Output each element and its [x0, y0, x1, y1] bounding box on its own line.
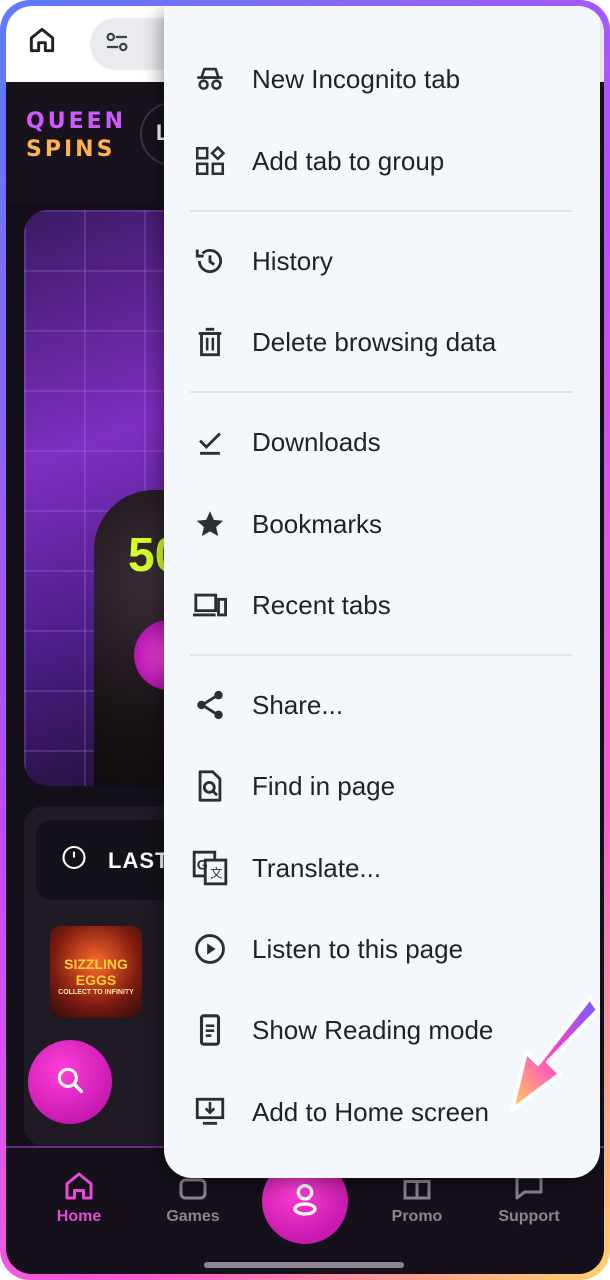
search-fab[interactable]: [28, 1040, 112, 1124]
menu-item-label: Recent tabs: [252, 589, 391, 620]
menu-item-label: Translate...: [252, 852, 382, 883]
menu-item-label: Show Reading mode: [252, 1014, 494, 1045]
menu-divider: [190, 210, 572, 212]
nav-home-label: Home: [56, 1208, 102, 1225]
play-circle-icon: [190, 929, 230, 969]
game-thumbnail-title: SIZZLING EGGS: [64, 956, 128, 988]
devices-icon: [190, 585, 230, 625]
search-icon: [53, 1063, 87, 1102]
game-thumbnail-subtitle: COLLECT TO INFINITY: [58, 989, 134, 996]
site-logo[interactable]: QUEEN SPINS: [26, 108, 126, 164]
clock-icon: [60, 844, 88, 877]
download-done-icon: [190, 422, 230, 462]
home-icon: [34, 1164, 124, 1208]
menu-divider: [190, 391, 572, 393]
menu-item-recent-tabs[interactable]: Recent tabs: [164, 565, 600, 645]
menu-item-label: History: [252, 245, 333, 276]
nav-promo-label: Promo: [391, 1208, 443, 1225]
nav-home[interactable]: Home: [34, 1164, 124, 1226]
history-icon: [190, 241, 230, 281]
menu-divider: [190, 654, 572, 656]
menu-item-new-incognito-tab[interactable]: New Incognito tab: [164, 39, 600, 119]
menu-item-add-tab-to-group[interactable]: Add tab to group: [164, 121, 600, 201]
incognito-icon: [190, 59, 230, 99]
user-icon: [285, 1179, 325, 1224]
game-thumbnail[interactable]: SIZZLING EGGS COLLECT TO INFINITY: [50, 926, 142, 1018]
menu-item-label: Listen to this page: [252, 933, 464, 964]
svg-text:G: G: [197, 858, 208, 874]
menu-item-label: Add tab to group: [252, 145, 445, 176]
menu-item-label: Share...: [252, 689, 344, 720]
svg-text:文: 文: [210, 867, 223, 881]
nav-support-label: Support: [498, 1208, 560, 1225]
menu-item-share[interactable]: Share...: [164, 665, 600, 745]
find-in-page-icon: [190, 766, 230, 806]
menu-item-label: New Incognito tab: [252, 63, 461, 94]
reading-mode-icon: [190, 1010, 230, 1050]
menu-item-label: Bookmarks: [252, 508, 383, 539]
device-frame: QUEEN SPINS L 50 LAST SIZZLING EGGS COLL…: [0, 0, 610, 1280]
menu-item-listen-to-this-page[interactable]: Listen to this page: [164, 909, 600, 989]
logo-line-2: SPINS: [26, 137, 116, 162]
home-icon[interactable]: [22, 20, 62, 60]
last-played-label: LAST: [108, 848, 170, 873]
menu-item-history[interactable]: History: [164, 221, 600, 301]
menu-item-label: Add to Home screen: [252, 1096, 490, 1127]
star-icon: [190, 504, 230, 544]
menu-item-find-in-page[interactable]: Find in page: [164, 746, 600, 826]
tune-icon: [102, 27, 132, 62]
trash-icon: [190, 322, 230, 362]
screen: QUEEN SPINS L 50 LAST SIZZLING EGGS COLL…: [6, 6, 604, 1274]
menu-item-bookmarks[interactable]: Bookmarks: [164, 484, 600, 564]
gesture-bar[interactable]: [204, 1262, 404, 1268]
menu-item-label: Delete browsing data: [252, 326, 497, 357]
add-to-home-icon: [190, 1092, 230, 1132]
add-to-group-icon: [190, 141, 230, 181]
logo-line-1: QUEEN: [26, 109, 127, 134]
menu-item-delete-browsing-data[interactable]: Delete browsing data: [164, 302, 600, 382]
menu-item-translate[interactable]: G文 Translate...: [164, 828, 600, 908]
menu-item-downloads[interactable]: Downloads: [164, 402, 600, 482]
menu-item-label: Find in page: [252, 770, 396, 801]
translate-icon: G文: [190, 848, 230, 888]
menu-item-label: Downloads: [252, 426, 381, 457]
nav-games-label: Games: [166, 1208, 220, 1225]
share-icon: [190, 685, 230, 725]
pointer-arrow-annotation: [510, 996, 600, 1112]
